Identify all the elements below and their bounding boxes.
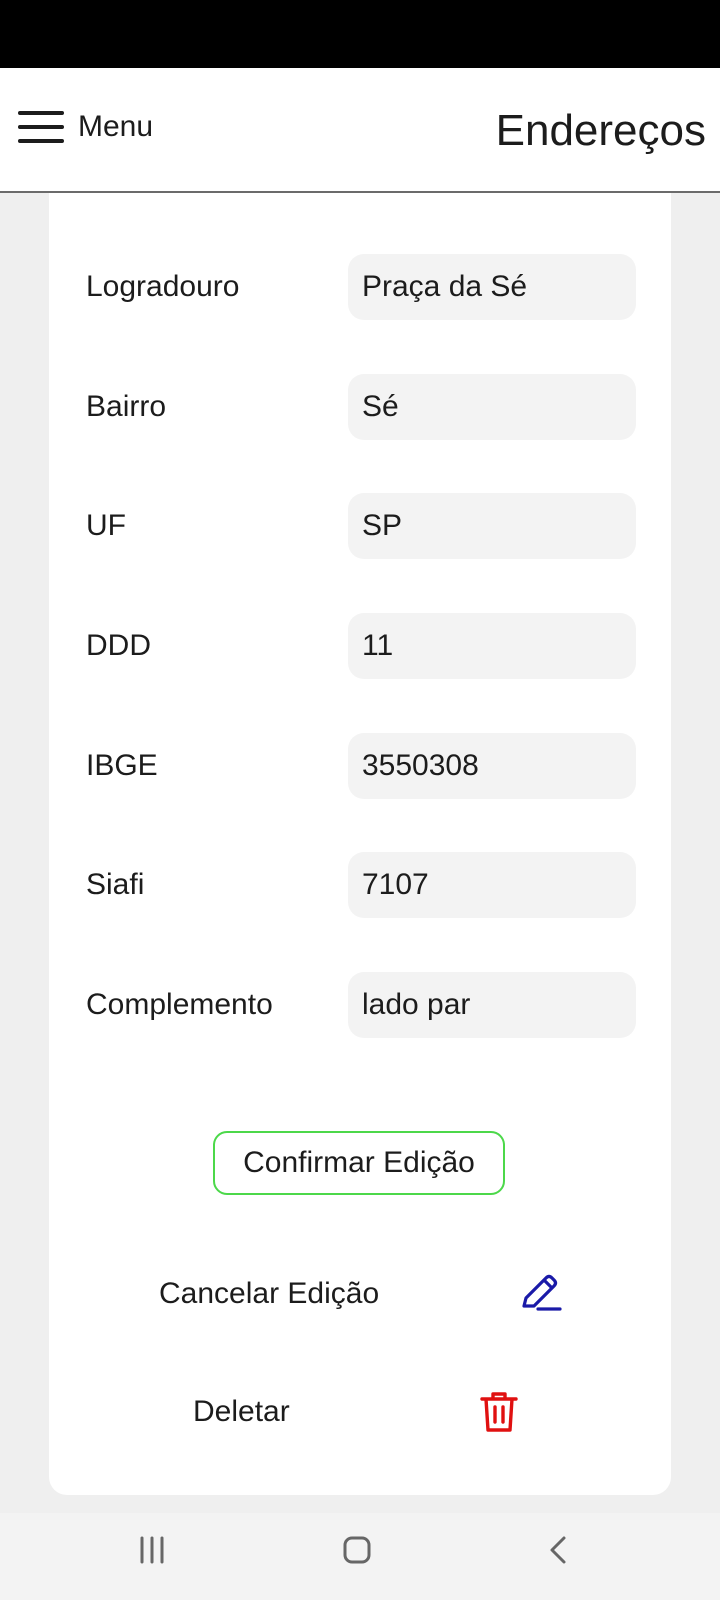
pencil-icon[interactable] [518,1272,562,1316]
recent-apps-icon[interactable] [138,1535,168,1565]
delete-button[interactable]: Deletar [49,1382,671,1442]
cancel-edit-button[interactable]: Cancelar Edição [49,1264,671,1324]
uf-input[interactable] [348,493,636,559]
ddd-input[interactable] [348,613,636,679]
page-title: Endereços [495,106,706,155]
trash-icon[interactable] [479,1390,519,1434]
field-row-uf: UF [49,493,671,559]
delete-label: Deletar [193,1395,290,1428]
status-bar [0,0,720,68]
field-label: Bairro [86,390,167,423]
field-row-complemento: Complemento [49,972,671,1038]
siafi-input[interactable] [348,852,636,918]
app-header: Menu Endereços [0,68,720,193]
field-label: Complemento [86,988,273,1021]
field-label: Logradouro [86,270,240,303]
address-form-card: Logradouro Bairro UF DDD IBGE Siafi Comp… [49,130,671,1495]
ibge-input[interactable] [348,733,636,799]
confirm-edit-button[interactable]: Confirmar Edição [213,1131,505,1195]
field-row-siafi: Siafi [49,852,671,918]
field-label: IBGE [86,749,158,782]
home-icon[interactable] [342,1535,372,1565]
system-navigation-bar [0,1513,720,1600]
menu-label: Menu [78,110,154,143]
logradouro-input[interactable] [348,254,636,320]
field-row-ibge: IBGE [49,733,671,799]
field-label: UF [86,509,126,542]
cancel-edit-label: Cancelar Edição [159,1277,380,1310]
complemento-input[interactable] [348,972,636,1038]
field-row-bairro: Bairro [49,374,671,440]
back-chevron-icon[interactable] [546,1535,570,1565]
bairro-input[interactable] [348,374,636,440]
field-label: Siafi [86,868,145,901]
hamburger-menu-icon [18,110,64,144]
menu-button[interactable]: Menu [18,110,153,144]
field-label: DDD [86,629,151,662]
field-row-logradouro: Logradouro [49,254,671,320]
field-row-ddd: DDD [49,613,671,679]
